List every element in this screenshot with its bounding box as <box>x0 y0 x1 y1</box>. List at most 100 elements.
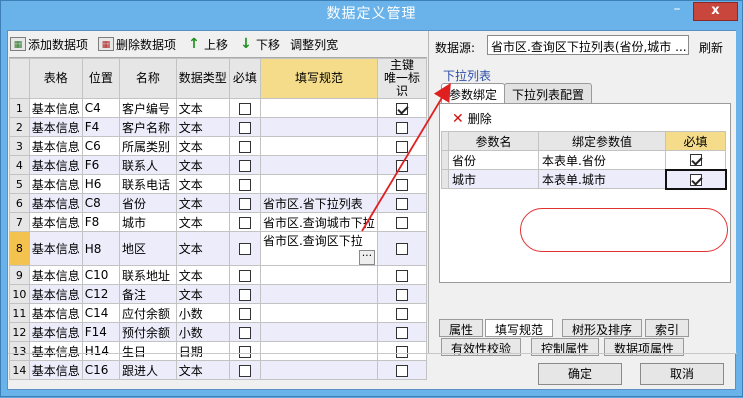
cell-key-checkbox[interactable] <box>376 155 428 175</box>
cell-table[interactable]: 基本信息 <box>28 193 83 213</box>
cell-name[interactable]: 客户编号 <box>119 98 177 118</box>
delete-item-button[interactable]: ▦ 删除数据项 <box>98 36 176 53</box>
cell-name[interactable]: 联系电话 <box>119 174 177 194</box>
ellipsis-icon[interactable]: ··· <box>358 250 375 265</box>
tab-fill-rule[interactable]: 填写规范 <box>485 319 554 337</box>
cell-key-checkbox[interactable] <box>376 98 428 118</box>
cell-type[interactable]: 文本 <box>175 98 230 118</box>
table-row[interactable]: 4 基本信息 F6 联系人 文本 <box>9 155 428 175</box>
cell-required-checkbox[interactable] <box>228 136 261 156</box>
cell-position[interactable]: C4 <box>81 98 121 118</box>
cell-name[interactable]: 预付余额 <box>119 322 177 342</box>
cell-name[interactable]: 城市 <box>119 212 177 232</box>
tab-tree-sort[interactable]: 树形及排序 <box>562 319 643 337</box>
cell-table[interactable]: 基本信息 <box>28 303 83 323</box>
table-row[interactable]: 6 基本信息 C8 省份 文本 省市区.省下拉列表 <box>9 193 428 213</box>
cell-table[interactable]: 基本信息 <box>28 117 83 137</box>
cell-name[interactable]: 所属类别 <box>119 136 177 156</box>
cell-type[interactable]: 文本 <box>175 284 230 304</box>
cell-rule[interactable] <box>259 117 378 137</box>
table-row[interactable]: 1 基本信息 C4 客户编号 文本 <box>9 98 428 118</box>
cell-position[interactable]: C10 <box>81 265 121 285</box>
cell-name[interactable]: 省份 <box>119 193 177 213</box>
cell-required-checkbox[interactable] <box>228 212 261 232</box>
cell-rule[interactable] <box>259 265 378 285</box>
tab-properties[interactable]: 属性 <box>439 319 484 337</box>
cell-required-checkbox[interactable] <box>228 303 261 323</box>
cell-table[interactable]: 基本信息 <box>28 284 83 304</box>
cell-rule[interactable] <box>259 303 378 323</box>
cell-table[interactable]: 基本信息 <box>28 174 83 194</box>
cell-type[interactable]: 文本 <box>175 155 230 175</box>
cell-required-checkbox[interactable] <box>228 284 261 304</box>
cell-position[interactable]: F8 <box>81 212 121 232</box>
cell-required-checkbox[interactable] <box>228 265 261 285</box>
cell-rule[interactable]: 省市区.查询城市下拉 <box>259 212 378 232</box>
table-row[interactable]: 5 基本信息 H6 联系电话 文本 <box>9 174 428 194</box>
tab-param-binding[interactable]: 参数绑定 <box>441 83 506 104</box>
cell-rule[interactable] <box>259 322 378 342</box>
cell-required-checkbox[interactable] <box>228 174 261 194</box>
cell-table[interactable]: 基本信息 <box>28 231 83 266</box>
cell-position[interactable]: C6 <box>81 136 121 156</box>
cell-name[interactable]: 地区 <box>119 231 177 266</box>
cell-table[interactable]: 基本信息 <box>28 265 83 285</box>
binding-required-checkbox[interactable] <box>664 168 727 190</box>
cell-table[interactable]: 基本信息 <box>28 155 83 175</box>
datasource-field[interactable]: 省市区.查询区下拉列表(省份,城市 ... <box>487 35 689 55</box>
table-row[interactable]: 7 基本信息 F8 城市 文本 省市区.查询城市下拉 <box>9 212 428 232</box>
cell-type[interactable]: 文本 <box>175 231 230 266</box>
move-down-button[interactable]: ↓ 下移 <box>238 36 280 53</box>
cell-table[interactable]: 基本信息 <box>28 98 83 118</box>
cell-type[interactable]: 文本 <box>175 193 230 213</box>
cell-rule[interactable]: 省市区.省下拉列表 <box>259 193 378 213</box>
cell-key-checkbox[interactable] <box>376 212 428 232</box>
cell-type[interactable]: 小数 <box>175 303 230 323</box>
cell-name[interactable]: 联系人 <box>119 155 177 175</box>
col-header-name[interactable]: 名称 <box>119 58 177 99</box>
table-row[interactable]: 12 基本信息 F14 预付余额 小数 <box>9 322 428 342</box>
cell-position[interactable]: H8 <box>81 231 121 266</box>
binding-param-value[interactable]: 本表单.城市 <box>538 169 666 189</box>
cell-type[interactable]: 文本 <box>175 117 230 137</box>
cell-table[interactable]: 基本信息 <box>28 322 83 342</box>
cell-required-checkbox[interactable] <box>228 322 261 342</box>
cell-key-checkbox[interactable] <box>376 322 428 342</box>
cell-key-checkbox[interactable] <box>376 303 428 323</box>
close-button[interactable]: x <box>693 2 738 21</box>
cell-position[interactable]: F4 <box>81 117 121 137</box>
cell-table[interactable]: 基本信息 <box>28 136 83 156</box>
cell-name[interactable]: 备注 <box>119 284 177 304</box>
binding-param-value[interactable]: 本表单.省份 <box>538 150 666 170</box>
add-item-button[interactable]: ▦ 添加数据项 <box>10 36 88 53</box>
cell-position[interactable]: H6 <box>81 174 121 194</box>
cell-required-checkbox[interactable] <box>228 193 261 213</box>
cell-type[interactable]: 文本 <box>175 136 230 156</box>
cell-key-checkbox[interactable] <box>376 174 428 194</box>
delete-binding-button[interactable]: ✕ 删除 <box>452 110 492 127</box>
cell-type[interactable]: 文本 <box>175 265 230 285</box>
ok-button[interactable]: 确定 <box>538 363 622 385</box>
refresh-button[interactable]: 刷新 <box>699 39 723 56</box>
table-row[interactable]: 2 基本信息 F4 客户名称 文本 <box>9 117 428 137</box>
col-header-rule[interactable]: 填写规范 <box>259 58 378 99</box>
minimize-button[interactable]: – <box>664 2 690 20</box>
table-row[interactable]: 3 基本信息 C6 所属类别 文本 <box>9 136 428 156</box>
cell-type[interactable]: 文本 <box>175 212 230 232</box>
col-header-position[interactable]: 位置 <box>81 58 121 99</box>
cell-position[interactable]: F6 <box>81 155 121 175</box>
cell-rule[interactable] <box>259 155 378 175</box>
tab-index[interactable]: 索引 <box>645 319 690 337</box>
move-up-button[interactable]: ↑ 上移 <box>186 36 228 53</box>
cell-key-checkbox[interactable] <box>376 284 428 304</box>
cell-rule[interactable] <box>259 174 378 194</box>
table-row[interactable]: 9 基本信息 C10 联系地址 文本 <box>9 265 428 285</box>
cell-name[interactable]: 客户名称 <box>119 117 177 137</box>
tab-dropdown-config[interactable]: 下拉列表配置 <box>504 83 593 103</box>
binding-row[interactable]: 城市 本表单.城市 <box>441 168 727 190</box>
cell-required-checkbox[interactable] <box>228 117 261 137</box>
cell-key-checkbox[interactable] <box>376 136 428 156</box>
binding-required-checkbox[interactable] <box>665 150 726 170</box>
cell-required-checkbox[interactable] <box>228 231 261 266</box>
cell-name[interactable]: 联系地址 <box>119 265 177 285</box>
